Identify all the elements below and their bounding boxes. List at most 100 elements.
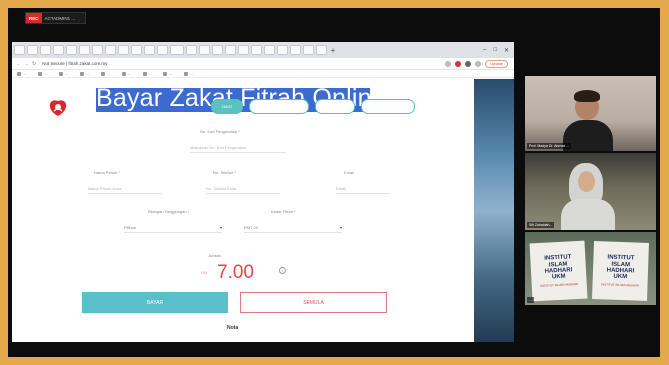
chevron-down-icon: ▾ bbox=[339, 225, 342, 230]
browser-tab[interactable] bbox=[264, 45, 275, 55]
recording-indicator: REC ACTADMIN1 ... bbox=[25, 12, 86, 24]
browser-tab[interactable] bbox=[186, 45, 197, 55]
browser-tab[interactable] bbox=[212, 45, 223, 55]
toolbar-icons: Update bbox=[445, 59, 514, 68]
browser-tab[interactable] bbox=[277, 45, 288, 55]
bookmark-item[interactable]: ... bbox=[184, 71, 193, 76]
bookmark-item[interactable]: ... bbox=[142, 71, 151, 76]
participant-name: Siti Zubaidah... bbox=[527, 222, 555, 228]
participant-hair bbox=[574, 90, 600, 102]
participant-video[interactable]: INSTITUT ISLAM HADHARI UKM INSTITUT ISLA… bbox=[525, 232, 656, 305]
nav-pill[interactable] bbox=[249, 99, 309, 114]
info-icon[interactable]: i bbox=[279, 267, 286, 274]
participant-video[interactable]: Prof. Madya Dr. Ahmad ... bbox=[525, 76, 656, 151]
phone-label: No. Telefon * bbox=[213, 170, 236, 175]
window-controls: – □ ✕ bbox=[483, 47, 514, 54]
browser-tab[interactable] bbox=[316, 45, 327, 55]
rate-value: RM7.00 bbox=[244, 225, 259, 230]
browser-tab[interactable] bbox=[92, 45, 103, 55]
chevron-down-icon: ▾ bbox=[219, 225, 222, 230]
bookmark-icon bbox=[17, 71, 21, 76]
phone-input[interactable]: No. Telefon Anda bbox=[206, 184, 280, 194]
browser-tab[interactable] bbox=[157, 45, 168, 55]
browser-tab[interactable] bbox=[131, 45, 142, 55]
url-text[interactable]: Not Secure | fitrah.zakat.com.my bbox=[42, 61, 107, 66]
browser-tab[interactable] bbox=[105, 45, 116, 55]
browser-tab[interactable] bbox=[199, 45, 210, 55]
bookmarks-bar: ... ... ... ... ... ... ... ... ... bbox=[12, 70, 514, 78]
bookmark-icon bbox=[100, 71, 105, 76]
browser-tab[interactable] bbox=[53, 45, 64, 55]
bookmark-item[interactable]: ... bbox=[100, 71, 110, 76]
tab-strip: + – □ ✕ bbox=[12, 42, 514, 58]
browser-tab[interactable] bbox=[290, 45, 301, 55]
nav-pill-zakat[interactable]: ZAKAT bbox=[211, 99, 243, 114]
host-name: ACTADMIN1 ... bbox=[44, 15, 76, 21]
nav-pill[interactable] bbox=[315, 99, 355, 114]
browser-tab[interactable] bbox=[66, 45, 77, 55]
bookmark-icon bbox=[37, 71, 42, 76]
institute-banner: INSTITUT ISLAM HADHARI UKM INSTITUT ISLA… bbox=[592, 241, 649, 301]
email-input[interactable]: Email bbox=[336, 184, 390, 194]
participant-face bbox=[578, 171, 595, 192]
browser-tab[interactable] bbox=[14, 45, 25, 55]
close-icon[interactable]: ✕ bbox=[504, 47, 509, 54]
email-label: Email bbox=[344, 170, 355, 175]
nav-buttons: ← → ↻ bbox=[12, 61, 36, 67]
browser-tab[interactable] bbox=[238, 45, 249, 55]
total-label: Jumlah bbox=[208, 253, 221, 258]
bookmark-item[interactable]: ... bbox=[58, 71, 68, 76]
bookmark-item[interactable]: ... bbox=[121, 71, 131, 76]
browser-tab[interactable] bbox=[118, 45, 129, 55]
pay-button[interactable]: BAYAR bbox=[82, 292, 228, 313]
browser-tab[interactable] bbox=[303, 45, 314, 55]
footer-note: Nota bbox=[227, 325, 239, 331]
background-photo bbox=[474, 79, 514, 342]
nav-pills: ZAKAT bbox=[211, 99, 415, 114]
ic-number-input[interactable]: Masukkan No. Kad Pengenalan bbox=[190, 143, 286, 153]
browser-tab[interactable] bbox=[144, 45, 155, 55]
reload-icon[interactable]: ↻ bbox=[32, 61, 36, 67]
back-icon[interactable]: ← bbox=[16, 61, 21, 67]
new-tab-button[interactable]: + bbox=[329, 46, 337, 55]
extension-icon[interactable] bbox=[465, 60, 472, 67]
name-input[interactable]: Nama Penuh Anda bbox=[88, 184, 162, 194]
rate-select[interactable]: RM7.00 ▾ bbox=[244, 223, 342, 233]
nav-pill[interactable] bbox=[361, 99, 415, 114]
participant-name: ... bbox=[527, 297, 534, 303]
browser-tab[interactable] bbox=[27, 45, 38, 55]
bookmark-item[interactable]: ... bbox=[37, 71, 47, 76]
minimize-icon[interactable]: – bbox=[483, 47, 486, 54]
participant-name: Prof. Madya Dr. Ahmad ... bbox=[527, 143, 572, 149]
participant-body bbox=[561, 199, 615, 230]
rec-badge: REC bbox=[26, 13, 42, 23]
browser-tab[interactable] bbox=[79, 45, 90, 55]
browser-tab[interactable] bbox=[225, 45, 236, 55]
bookmark-item[interactable]: ... bbox=[17, 71, 26, 76]
bookmark-icon bbox=[142, 71, 147, 76]
browser-tab[interactable] bbox=[40, 45, 51, 55]
maximize-icon[interactable]: □ bbox=[493, 47, 497, 54]
bookmark-item[interactable]: ... bbox=[163, 71, 172, 76]
dependents-value: Pilihan bbox=[124, 225, 137, 230]
institute-banner: INSTITUT ISLAM HADHARI UKM INSTITUT ISLA… bbox=[529, 240, 588, 302]
bookmark-icon bbox=[163, 71, 168, 76]
dependents-select[interactable]: Pilihan ▾ bbox=[124, 223, 222, 233]
dependents-label: Bilangan Tanggungan * bbox=[148, 209, 190, 214]
address-bar: ← → ↻ Not Secure | fitrah.zakat.com.my U… bbox=[12, 58, 514, 70]
zakat-logo-icon bbox=[49, 100, 67, 116]
browser-tab-active[interactable] bbox=[170, 45, 184, 55]
reset-button[interactable]: SEMULA bbox=[240, 292, 387, 313]
update-button[interactable]: Update bbox=[485, 59, 508, 68]
browser-tab[interactable] bbox=[251, 45, 262, 55]
participant-video[interactable]: Siti Zubaidah... bbox=[525, 153, 656, 230]
star-icon[interactable] bbox=[445, 60, 452, 67]
profile-icon[interactable] bbox=[475, 60, 482, 67]
bookmark-icon bbox=[184, 71, 189, 76]
bookmark-item[interactable]: ... bbox=[79, 71, 89, 76]
bookmark-icon bbox=[58, 71, 63, 76]
ic-number-label: No. Kad Pengenalan * bbox=[200, 129, 240, 134]
forward-icon[interactable]: → bbox=[24, 61, 29, 67]
bookmark-icon bbox=[121, 71, 126, 76]
extension-icon[interactable] bbox=[455, 60, 462, 67]
